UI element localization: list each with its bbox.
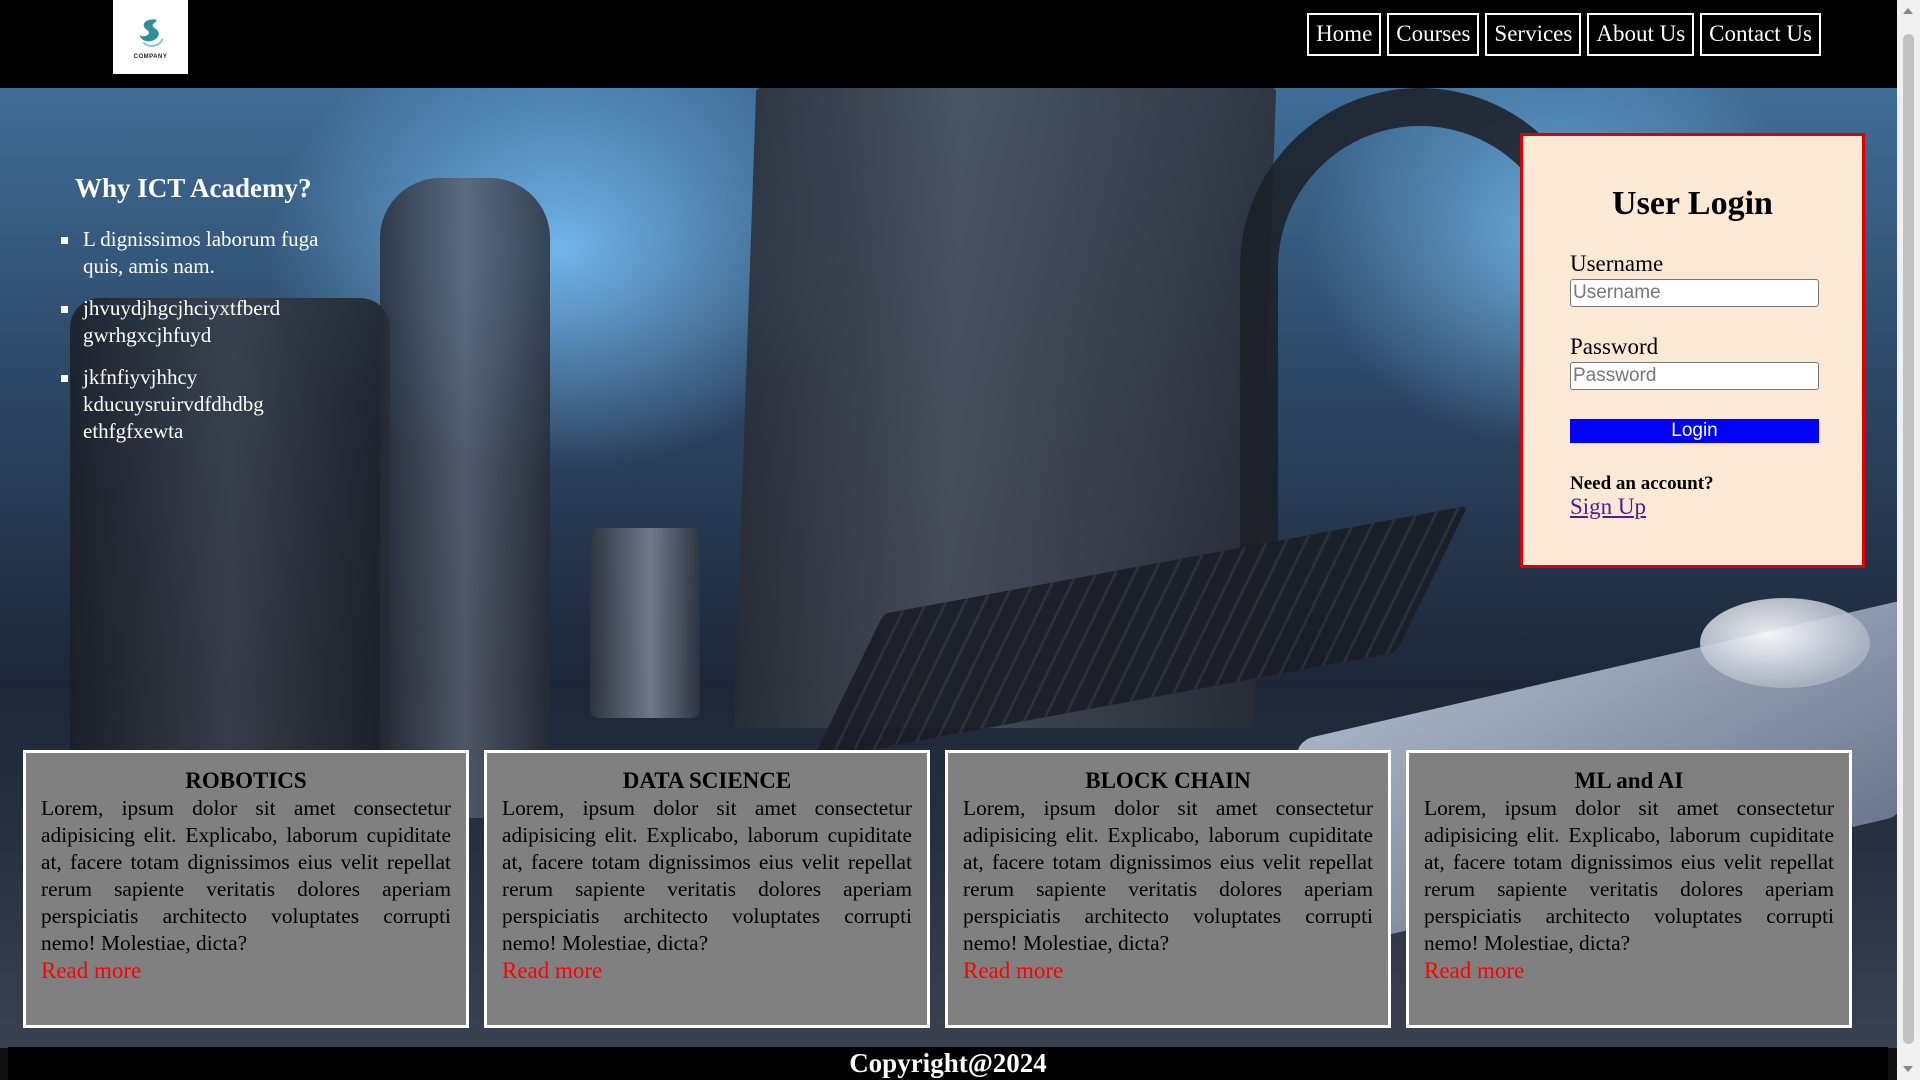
username-input[interactable] — [1570, 279, 1819, 307]
card-title: ROBOTICS — [185, 768, 307, 793]
read-more-link[interactable]: Read more — [1424, 957, 1834, 984]
list-item-text: L dignissimos laborum fuga quis, amis na… — [83, 227, 319, 278]
card-body: Lorem, ipsum dolor sit amet consectetur … — [963, 796, 1373, 955]
scroll-down-arrow-icon[interactable] — [1903, 1066, 1913, 1072]
list-item: jkfnfiyvjhhcy kducuysruirvdfdhdbg ethfgf… — [61, 364, 355, 445]
sign-up-link[interactable]: Sign Up — [1570, 494, 1646, 520]
site-footer: Copyright@2024 — [8, 1047, 1888, 1080]
nav-about-us[interactable]: About Us — [1587, 13, 1695, 56]
bottle-shape — [380, 178, 550, 818]
course-cards: ROBOTICS Lorem, ipsum dolor sit amet con… — [23, 750, 1852, 1028]
logo-text: COMPANY — [133, 54, 168, 60]
site-header: COMPANY Home Courses Services About Us C… — [0, 0, 1897, 88]
need-account-text: Need an account? — [1570, 473, 1714, 494]
read-more-link[interactable]: Read more — [41, 957, 451, 984]
password-input[interactable] — [1570, 362, 1819, 390]
scroll-up-arrow-icon[interactable] — [1903, 8, 1913, 14]
username-label: Username — [1570, 251, 1664, 276]
list-item-text: jhvuydjhgcjhciyxtfberd gwrhgxcjhfuyd — [83, 296, 281, 347]
card-body: Lorem, ipsum dolor sit amet consectetur … — [1424, 796, 1834, 955]
course-card-robotics: ROBOTICS Lorem, ipsum dolor sit amet con… — [23, 750, 469, 1028]
course-card-data-science: DATA SCIENCE Lorem, ipsum dolor sit amet… — [484, 750, 930, 1028]
password-label: Password — [1570, 334, 1659, 359]
read-more-link[interactable]: Read more — [963, 957, 1373, 984]
vertical-scrollbar[interactable] — [1897, 0, 1920, 1080]
mouse-shape — [1700, 598, 1870, 688]
nav-contact-us[interactable]: Contact Us — [1700, 13, 1821, 56]
pen-cup-shape — [590, 528, 700, 718]
main-nav: Home Courses Services About Us Contact U… — [1307, 13, 1821, 56]
nav-courses[interactable]: Courses — [1387, 13, 1480, 56]
list-item-text: jkfnfiyvjhhcy kducuysruirvdfdhdbg ethfgf… — [83, 365, 264, 443]
card-body: Lorem, ipsum dolor sit amet consectetur … — [502, 796, 912, 955]
card-title: ML and AI — [1574, 768, 1684, 793]
company-logo[interactable]: COMPANY — [113, 0, 188, 74]
scrollbar-thumb[interactable] — [1903, 34, 1914, 1044]
read-more-link[interactable]: Read more — [502, 957, 912, 984]
nav-home[interactable]: Home — [1307, 13, 1382, 56]
why-ict-list: L dignissimos laborum fuga quis, amis na… — [61, 226, 355, 445]
course-card-ml-ai: ML and AI Lorem, ipsum dolor sit amet co… — [1406, 750, 1852, 1028]
card-title: BLOCK CHAIN — [1085, 768, 1251, 793]
list-item: jhvuydjhgcjhciyxtfberd gwrhgxcjhfuyd — [61, 295, 355, 349]
login-panel: User Login Username Password Login Need … — [1520, 133, 1865, 568]
list-item: L dignissimos laborum fuga quis, amis na… — [61, 226, 355, 280]
card-body: Lorem, ipsum dolor sit amet consectetur … — [41, 796, 451, 955]
nav-services[interactable]: Services — [1485, 13, 1582, 56]
card-title: DATA SCIENCE — [622, 768, 792, 793]
login-button[interactable]: Login — [1570, 419, 1819, 443]
course-card-block-chain: BLOCK CHAIN Lorem, ipsum dolor sit amet … — [945, 750, 1391, 1028]
logo-icon — [139, 19, 163, 47]
copyright-text: Copyright@2024 — [849, 1048, 1047, 1078]
why-ict-title: Why ICT Academy? — [75, 173, 312, 203]
why-ict-section: Why ICT Academy? L dignissimos laborum f… — [61, 172, 355, 460]
login-title: User Login — [1612, 185, 1773, 222]
